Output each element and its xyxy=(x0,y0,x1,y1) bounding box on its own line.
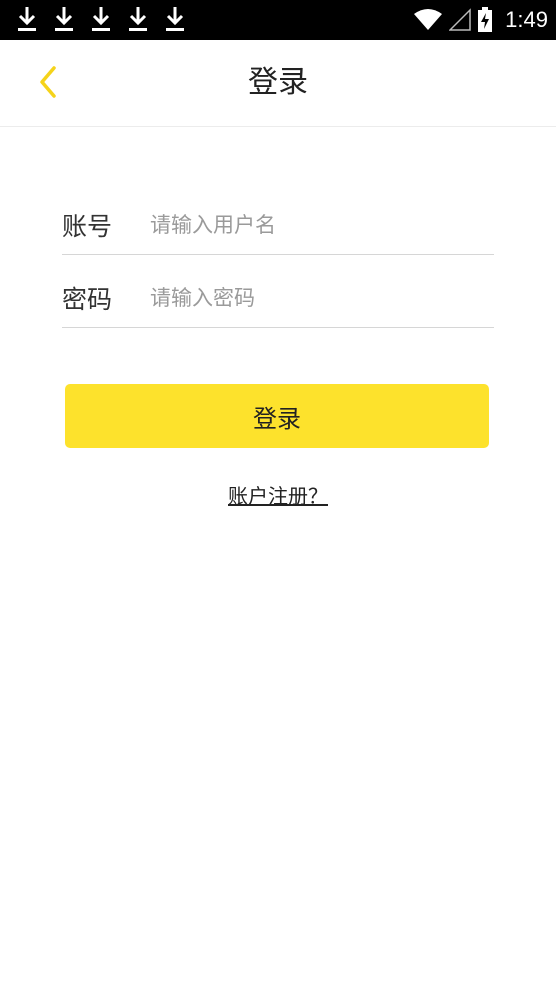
account-row: 账号 xyxy=(62,196,494,255)
download-icon xyxy=(129,7,147,31)
download-icon xyxy=(18,7,36,31)
wifi-icon xyxy=(414,9,443,30)
nav-bar: 登录 xyxy=(0,40,556,127)
password-input[interactable] xyxy=(150,286,494,310)
signal-icon xyxy=(449,8,471,31)
page-title: 登录 xyxy=(248,65,308,100)
battery-charging-icon xyxy=(478,7,493,32)
login-form: 账号 密码 xyxy=(62,196,494,342)
status-indicators: 1:49 xyxy=(413,0,548,40)
login-button[interactable]: 登录 xyxy=(65,384,489,448)
password-label: 密码 xyxy=(62,285,113,314)
download-icon xyxy=(55,7,73,31)
username-input[interactable] xyxy=(150,213,494,237)
download-icon xyxy=(166,7,184,31)
status-time: 1:49 xyxy=(505,7,548,32)
account-label: 账号 xyxy=(62,212,113,241)
status-bar: 1:49 xyxy=(0,0,556,40)
notification-icons xyxy=(16,5,186,33)
register-link[interactable]: 账户注册？ xyxy=(0,480,556,509)
download-icon xyxy=(92,7,110,31)
password-row: 密码 xyxy=(62,269,494,328)
